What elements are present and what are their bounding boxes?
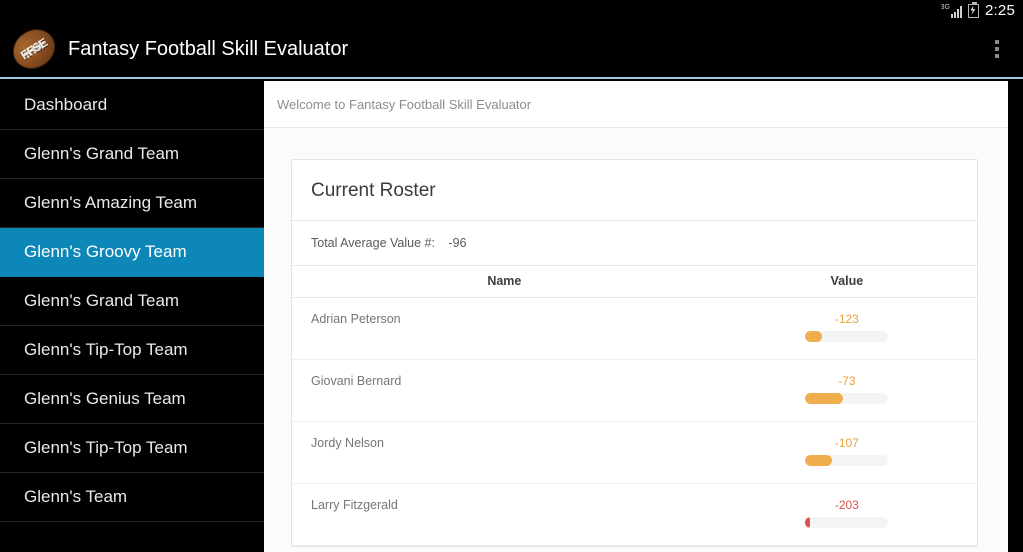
table-row[interactable]: Giovani Bernard -73 [292, 359, 977, 422]
player-value-number: -203 [834, 498, 859, 512]
table-row[interactable]: Larry Fitzgerald -203 [292, 483, 977, 546]
sidebar-item-label: Glenn's Genius Team [24, 389, 186, 408]
sidebar-item-team-4[interactable]: Glenn's Grand Team [0, 277, 264, 326]
sidebar-item-team-8[interactable]: Glenn's Team [0, 473, 264, 522]
player-value-number: -73 [838, 374, 856, 388]
player-name: Adrian Peterson [292, 297, 717, 360]
signal-strength-bars [951, 6, 962, 18]
value-progress-track [805, 455, 889, 466]
sidebar-item-label: Glenn's Grand Team [24, 144, 180, 163]
app-title: Fantasy Football Skill Evaluator [68, 37, 349, 60]
sidebar-navigation[interactable]: Dashboard Glenn's Grand Team Glenn's Ama… [0, 81, 264, 552]
sidebar-item-label: Glenn's Groovy Team [24, 242, 187, 261]
sidebar-item-label: Glenn's Team [24, 487, 128, 506]
welcome-banner: Welcome to Fantasy Football Skill Evalua… [264, 81, 1008, 128]
sidebar-item-team-7[interactable]: Glenn's Tip-Top Team [0, 424, 264, 473]
logo-text: FFSE [18, 35, 50, 63]
football-logo-icon: FFSE [5, 21, 63, 77]
player-value-number: -107 [834, 436, 859, 450]
action-bar: FFSE Fantasy Football Skill Evaluator [0, 21, 1023, 79]
total-average-value-row: Total Average Value #: -96 [292, 221, 977, 266]
value-progress-fill [805, 393, 843, 404]
roster-table-body: Adrian Peterson -123 Giovani Bernard -73 [292, 297, 977, 546]
signal-bars-icon: 3G [941, 3, 962, 18]
app-root: 3G 2:25 FFSE Fantasy Football Skill Eval… [0, 0, 1023, 552]
column-header-value: Value [716, 266, 977, 298]
player-value-cell: -73 [716, 359, 977, 422]
network-type-label: 3G [940, 4, 950, 11]
value-progress-fill [805, 331, 822, 342]
sidebar-item-label: Glenn's Tip-Top Team [24, 340, 188, 359]
player-name: Larry Fitzgerald [292, 483, 717, 546]
roster-table: Name Value Adrian Peterson -123 Giovani … [292, 266, 977, 546]
value-progress-fill [805, 455, 832, 466]
sidebar-item-team-6[interactable]: Glenn's Genius Team [0, 375, 264, 424]
player-name: Giovani Bernard [292, 359, 717, 422]
sidebar-item-team-1[interactable]: Glenn's Grand Team [0, 130, 264, 179]
player-value-cell: -203 [716, 483, 977, 546]
sidebar-item-dashboard[interactable]: Dashboard [0, 81, 264, 130]
sidebar-item-team-2[interactable]: Glenn's Amazing Team [0, 179, 264, 228]
value-progress-fill [805, 517, 811, 528]
value-progress-track [805, 517, 889, 528]
total-average-value-label: Total Average Value #: [311, 236, 435, 250]
table-row[interactable]: Jordy Nelson -107 [292, 421, 977, 484]
status-bar-clock: 2:25 [985, 2, 1015, 19]
sidebar-item-label: Glenn's Amazing Team [24, 193, 198, 212]
column-header-name: Name [292, 266, 717, 298]
status-bar-icons: 3G 2:25 [941, 1, 1015, 19]
value-progress-track [805, 393, 889, 404]
card-title: Current Roster [292, 160, 977, 221]
player-name: Jordy Nelson [292, 421, 717, 484]
player-value-cell: -123 [716, 297, 977, 360]
value-progress-track [805, 331, 889, 342]
current-roster-card: Current Roster Total Average Value #: -9… [291, 159, 978, 547]
player-value-number: -123 [834, 312, 859, 326]
sidebar-item-label: Glenn's Tip-Top Team [24, 438, 188, 457]
table-header-row: Name Value [292, 266, 977, 298]
battery-charging-icon [968, 1, 979, 18]
main-content: Welcome to Fantasy Football Skill Evalua… [264, 81, 1008, 552]
overflow-menu-icon[interactable] [989, 34, 1005, 64]
sidebar-item-team-3-selected[interactable]: Glenn's Groovy Team [0, 228, 264, 277]
table-row[interactable]: Adrian Peterson -123 [292, 297, 977, 360]
player-value-cell: -107 [716, 421, 977, 484]
status-bar: 3G 2:25 [0, 0, 1023, 21]
total-average-value-number: -96 [448, 236, 467, 250]
sidebar-item-team-5[interactable]: Glenn's Tip-Top Team [0, 326, 264, 375]
sidebar-item-label: Dashboard [24, 95, 108, 114]
sidebar-item-label: Glenn's Grand Team [24, 291, 180, 310]
